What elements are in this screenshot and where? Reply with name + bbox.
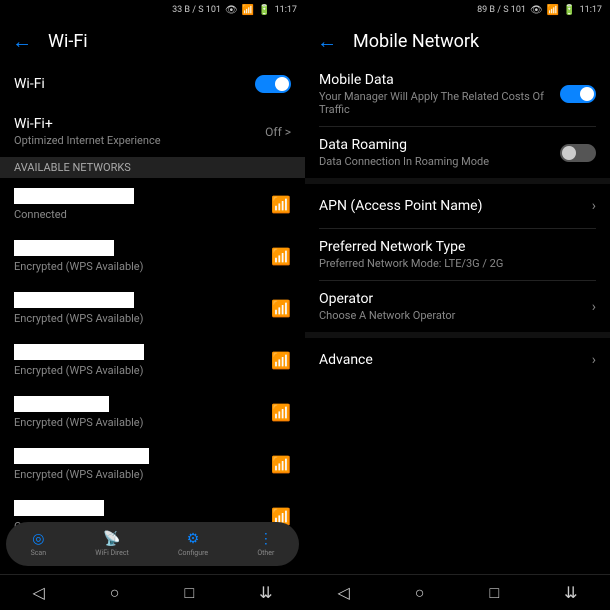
network-type-row[interactable]: Preferred Network Type Preferred Network… bbox=[305, 229, 610, 280]
nav-recent-icon[interactable]: □ bbox=[489, 583, 499, 603]
wifi-plus-sub: Optimized Internet Experience bbox=[14, 134, 265, 147]
back-arrow-icon[interactable]: ← bbox=[317, 29, 337, 54]
nav-extra-icon[interactable]: ⇊ bbox=[259, 583, 272, 602]
wifi-signal-icon: 📶 bbox=[271, 195, 291, 214]
operator-row[interactable]: Operator Choose A Network Operator › bbox=[305, 281, 610, 332]
wifi-toggle[interactable] bbox=[255, 75, 291, 93]
nav-bar: ◁ ○ □ ⇊ bbox=[305, 574, 610, 610]
page-title: Mobile Network bbox=[353, 31, 479, 52]
more-icon: ⋮ bbox=[259, 531, 273, 547]
wifi-signal-icon: 📶 bbox=[271, 455, 291, 474]
roaming-sub: Data Connection In Roaming Mode bbox=[319, 155, 560, 168]
mobile-data-toggle[interactable] bbox=[560, 85, 596, 103]
status-bar: 33 B / S 101 👁 📶 🔋 11:17 bbox=[0, 0, 305, 20]
mobile-data-label: Mobile Data bbox=[319, 72, 560, 88]
wifi-status: Connected bbox=[14, 208, 134, 221]
signal-icon: 📶 bbox=[242, 5, 254, 16]
wifi-status: Encrypted (WPS Available) bbox=[14, 260, 143, 273]
mobile-data-sub: Your Manager Will Apply The Related Cost… bbox=[319, 90, 560, 116]
wifi-status: Encrypted (WPS Available) bbox=[14, 364, 144, 377]
available-networks-header: AVAILABLE NETWORKS bbox=[0, 157, 305, 178]
wifi-network-item[interactable]: Encrypted (WPS Available) 📶 bbox=[0, 282, 305, 334]
wifi-network-item[interactable]: Encrypted (WPS Available) 📶 bbox=[0, 334, 305, 386]
status-time: 11:17 bbox=[275, 5, 297, 15]
wifi-signal-icon: 📶 bbox=[271, 351, 291, 370]
status-speed: 33 B / S 101 bbox=[172, 5, 221, 15]
wifi-plus-value: Off > bbox=[265, 125, 291, 139]
network-type-sub: Preferred Network Mode: LTE/3G / 2G bbox=[319, 257, 596, 270]
wifi-settings-screen: 33 B / S 101 👁 📶 🔋 11:17 ← Wi-Fi Wi-Fi W… bbox=[0, 0, 305, 610]
gear-icon: ⚙ bbox=[187, 531, 200, 547]
apn-row[interactable]: APN (Access Point Name) › bbox=[305, 184, 610, 228]
nav-home-icon[interactable]: ○ bbox=[110, 583, 120, 603]
wifi-ssid-redacted bbox=[14, 344, 144, 360]
wifi-network-item[interactable]: Encrypted (WPS Available) 📶 bbox=[0, 438, 305, 490]
wifi-signal-icon: 📶 bbox=[271, 299, 291, 318]
chevron-right-icon: › bbox=[592, 352, 596, 368]
nav-back-icon[interactable]: ◁ bbox=[337, 583, 349, 602]
roaming-label: Data Roaming bbox=[319, 137, 560, 153]
status-time: 11:17 bbox=[580, 5, 602, 15]
wifi-status: Encrypted (WPS Available) bbox=[14, 312, 143, 325]
eye-icon: 👁 bbox=[225, 5, 238, 16]
wifi-ssid-redacted bbox=[14, 396, 109, 412]
network-type-label: Preferred Network Type bbox=[319, 239, 596, 255]
wifi-ssid-redacted bbox=[14, 292, 134, 308]
header: ← Wi-Fi bbox=[0, 20, 305, 62]
advance-row[interactable]: Advance › bbox=[305, 338, 610, 382]
nav-extra-icon[interactable]: ⇊ bbox=[564, 583, 577, 602]
wifi-plus-row[interactable]: Wi-Fi+ Optimized Internet Experience Off… bbox=[0, 106, 305, 157]
wifi-ssid-redacted bbox=[14, 188, 134, 204]
header: ← Mobile Network bbox=[305, 20, 610, 62]
advance-label: Advance bbox=[319, 352, 373, 368]
roaming-toggle[interactable] bbox=[560, 144, 596, 162]
chevron-right-icon: › bbox=[592, 299, 596, 315]
wifi-network-item[interactable]: Encrypted (WPS Available) 📶 bbox=[0, 386, 305, 438]
operator-sub: Choose A Network Operator bbox=[319, 309, 592, 322]
battery-icon: 🔋 bbox=[563, 5, 575, 16]
wifi-direct-button[interactable]: 📡WiFi Direct bbox=[95, 531, 129, 557]
signal-icon: 📶 bbox=[547, 5, 559, 16]
apn-label: APN (Access Point Name) bbox=[319, 198, 482, 214]
status-bar: 89 B / S 101 👁 📶 🔋 11:17 bbox=[305, 0, 610, 20]
scan-icon: ◎ bbox=[32, 531, 44, 547]
other-button[interactable]: ⋮Other bbox=[257, 531, 274, 557]
wifi-toggle-row[interactable]: Wi-Fi bbox=[0, 62, 305, 106]
nav-home-icon[interactable]: ○ bbox=[415, 583, 425, 603]
nav-bar: ◁ ○ □ ⇊ bbox=[0, 574, 305, 610]
mobile-network-screen: 89 B / S 101 👁 📶 🔋 11:17 ← Mobile Networ… bbox=[305, 0, 610, 610]
wifi-plus-label: Wi-Fi+ bbox=[14, 116, 265, 132]
wifi-ssid-redacted bbox=[14, 448, 149, 464]
wifi-network-item[interactable]: Connected 📶 bbox=[0, 178, 305, 230]
configure-button[interactable]: ⚙Configure bbox=[178, 531, 208, 557]
scan-button[interactable]: ◎Scan bbox=[31, 531, 47, 557]
chevron-right-icon: › bbox=[592, 198, 596, 214]
data-roaming-row[interactable]: Data Roaming Data Connection In Roaming … bbox=[305, 127, 610, 178]
wifi-ssid-redacted bbox=[14, 240, 114, 256]
nav-recent-icon[interactable]: □ bbox=[184, 583, 194, 603]
wifi-ssid-redacted bbox=[14, 500, 104, 516]
mobile-data-row[interactable]: Mobile Data Your Manager Will Apply The … bbox=[305, 62, 610, 126]
status-speed: 89 B / S 101 bbox=[477, 5, 526, 15]
operator-label: Operator bbox=[319, 291, 592, 307]
page-title: Wi-Fi bbox=[48, 31, 88, 52]
wifi-label: Wi-Fi bbox=[14, 76, 45, 92]
wifi-status: Encrypted (WPS Available) bbox=[14, 468, 149, 481]
battery-icon: 🔋 bbox=[258, 5, 270, 16]
back-arrow-icon[interactable]: ← bbox=[12, 29, 32, 54]
wifi-signal-icon: 📶 bbox=[271, 403, 291, 422]
bottom-action-pill: ◎Scan 📡WiFi Direct ⚙Configure ⋮Other bbox=[6, 522, 299, 566]
nav-back-icon[interactable]: ◁ bbox=[32, 583, 44, 602]
wifi-status: Encrypted (WPS Available) bbox=[14, 416, 143, 429]
wifi-network-item[interactable]: Encrypted (WPS Available) 📶 bbox=[0, 230, 305, 282]
wifi-signal-icon: 📶 bbox=[271, 247, 291, 266]
eye-icon: 👁 bbox=[530, 5, 543, 16]
wifi-direct-icon: 📡 bbox=[103, 531, 120, 547]
